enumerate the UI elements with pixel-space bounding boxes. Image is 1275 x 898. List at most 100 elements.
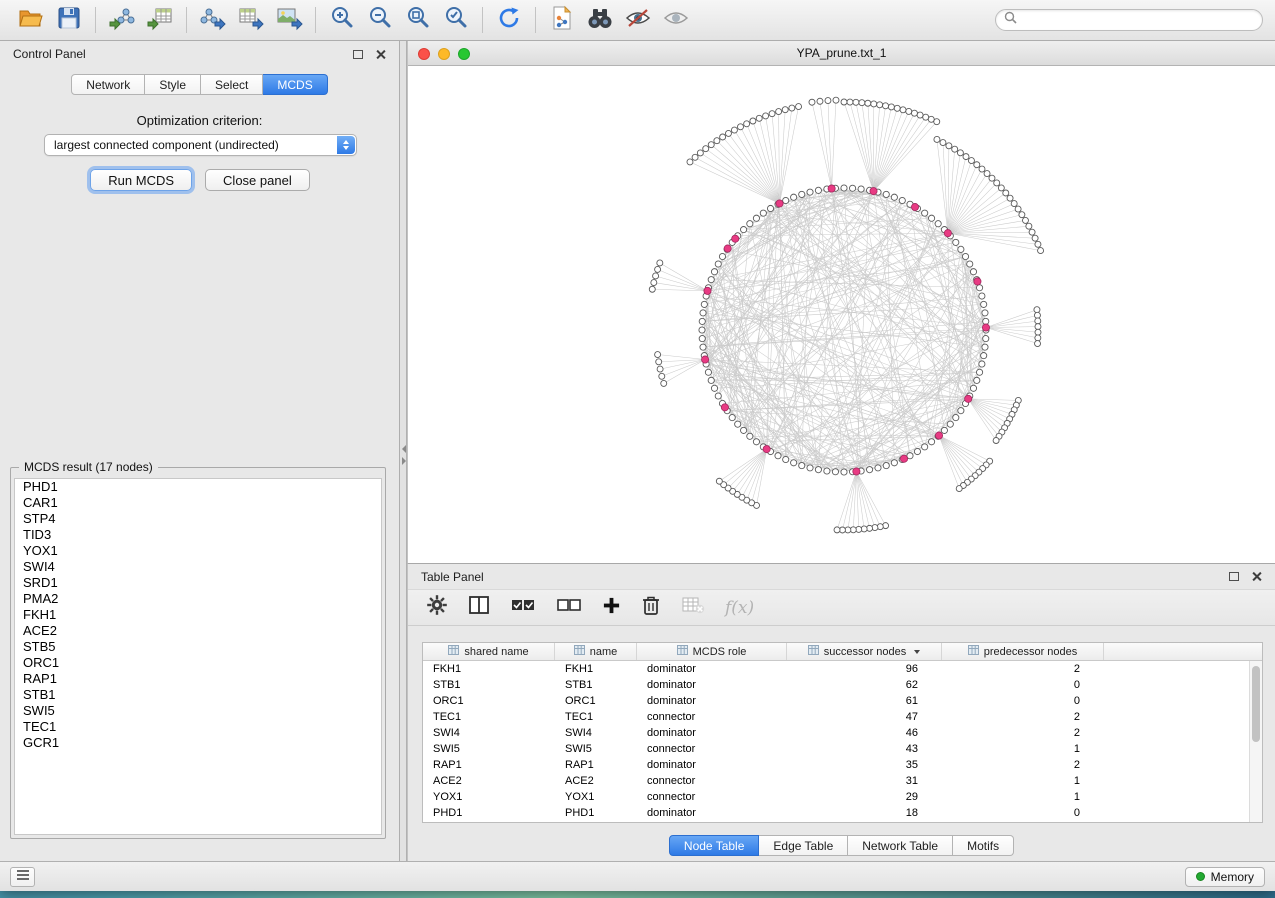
show-panel-list-button[interactable] bbox=[10, 867, 35, 887]
tab-style[interactable]: Style bbox=[145, 74, 201, 95]
mcds-result-item[interactable]: ACE2 bbox=[15, 623, 381, 639]
column-header-name[interactable]: name bbox=[555, 643, 637, 660]
show-all-button[interactable] bbox=[657, 3, 695, 37]
tab-node-table[interactable]: Node Table bbox=[669, 835, 760, 856]
run-mcds-button[interactable]: Run MCDS bbox=[90, 169, 192, 191]
toolbar-separator bbox=[482, 7, 483, 33]
fx-icon: f(x) bbox=[725, 598, 754, 618]
scrollbar-thumb[interactable] bbox=[1252, 666, 1260, 742]
mcds-result-item[interactable]: ORC1 bbox=[15, 655, 381, 671]
tab-mcds[interactable]: MCDS bbox=[263, 74, 327, 95]
tab-motifs[interactable]: Motifs bbox=[953, 835, 1014, 856]
float-panel-icon[interactable] bbox=[353, 50, 363, 59]
table-row[interactable]: ORC1ORC1dominator610 bbox=[423, 693, 1262, 709]
export-network-icon bbox=[200, 5, 226, 36]
splitter-handle[interactable] bbox=[400, 445, 407, 467]
collapse-right-icon bbox=[402, 457, 406, 465]
table-scrollbar[interactable] bbox=[1249, 661, 1262, 822]
show-columns-button[interactable] bbox=[468, 593, 490, 623]
table-row[interactable]: SWI5SWI5connector431 bbox=[423, 741, 1262, 757]
save-session-button[interactable] bbox=[50, 3, 88, 37]
control-panel-tabs: NetworkStyleSelectMCDS bbox=[0, 74, 399, 95]
zoom-out-button[interactable] bbox=[361, 3, 399, 37]
search-box[interactable] bbox=[995, 9, 1263, 31]
mcds-result-item[interactable]: STP4 bbox=[15, 511, 381, 527]
close-panel-icon[interactable] bbox=[1251, 571, 1262, 582]
mcds-result-item[interactable]: PMA2 bbox=[15, 591, 381, 607]
table-row[interactable]: FKH1FKH1dominator962 bbox=[423, 661, 1262, 677]
zoom-in-button[interactable] bbox=[323, 3, 361, 37]
import-table-button[interactable] bbox=[141, 3, 179, 37]
mcds-result-item[interactable]: SWI4 bbox=[15, 559, 381, 575]
open-folder-icon bbox=[18, 7, 44, 34]
mcds-result-groupbox: MCDS result (17 nodes) PHD1CAR1STP4TID3Y… bbox=[10, 467, 386, 839]
zoom-selected-button[interactable] bbox=[437, 3, 475, 37]
tab-select[interactable]: Select bbox=[201, 74, 263, 95]
mcds-result-item[interactable]: TID3 bbox=[15, 527, 381, 543]
column-header-shared-name[interactable]: shared name bbox=[423, 643, 555, 660]
mcds-result-item[interactable]: TEC1 bbox=[15, 719, 381, 735]
network-canvas[interactable] bbox=[408, 66, 1275, 563]
mcds-result-item[interactable]: SWI5 bbox=[15, 703, 381, 719]
mcds-result-item[interactable]: GCR1 bbox=[15, 735, 381, 751]
close-panel-button[interactable]: Close panel bbox=[205, 169, 310, 191]
mcds-result-item[interactable]: YOX1 bbox=[15, 543, 381, 559]
memory-status-dot bbox=[1196, 872, 1205, 881]
tab-network[interactable]: Network bbox=[71, 74, 145, 95]
table-row[interactable]: STB1STB1dominator620 bbox=[423, 677, 1262, 693]
search-input[interactable] bbox=[1022, 13, 1254, 27]
mcds-result-item[interactable]: SRD1 bbox=[15, 575, 381, 591]
export-network-button[interactable] bbox=[194, 3, 232, 37]
network-titlebar[interactable]: YPA_prune.txt_1 bbox=[408, 41, 1275, 66]
mcds-result-item[interactable]: PHD1 bbox=[15, 479, 381, 495]
minimize-window-button[interactable] bbox=[438, 48, 450, 60]
column-header-predecessor-nodes[interactable]: predecessor nodes bbox=[942, 643, 1104, 660]
mcds-result-item[interactable]: FKH1 bbox=[15, 607, 381, 623]
new-network-from-selection-button[interactable] bbox=[543, 3, 581, 37]
memory-button[interactable]: Memory bbox=[1185, 867, 1265, 887]
close-panel-icon[interactable] bbox=[375, 49, 386, 60]
table-row[interactable]: PHD1PHD1dominator180 bbox=[423, 805, 1262, 821]
table-row[interactable]: SWI4SWI4dominator462 bbox=[423, 725, 1262, 741]
criterion-dropdown[interactable]: largest connected component (undirected) bbox=[44, 134, 357, 156]
select-all-button[interactable] bbox=[510, 593, 536, 623]
create-column-button[interactable] bbox=[602, 593, 621, 623]
function-builder-button[interactable]: f(x) bbox=[725, 593, 754, 623]
open-session-button[interactable] bbox=[12, 3, 50, 37]
hide-selected-button[interactable] bbox=[619, 3, 657, 37]
vertical-splitter[interactable] bbox=[400, 41, 407, 861]
table-row[interactable]: RAP1RAP1dominator352 bbox=[423, 757, 1262, 773]
tab-network-table[interactable]: Network Table bbox=[848, 835, 953, 856]
mcds-result-item[interactable]: STB5 bbox=[15, 639, 381, 655]
column-type-icon bbox=[968, 645, 979, 658]
export-image-button[interactable] bbox=[270, 3, 308, 37]
zoom-in-icon bbox=[329, 5, 355, 36]
import-network-button[interactable] bbox=[103, 3, 141, 37]
maximize-window-button[interactable] bbox=[458, 48, 470, 60]
table-row[interactable]: YOX1YOX1connector291 bbox=[423, 789, 1262, 805]
tab-edge-table[interactable]: Edge Table bbox=[759, 835, 848, 856]
close-window-button[interactable] bbox=[418, 48, 430, 60]
mcds-result-item[interactable]: RAP1 bbox=[15, 671, 381, 687]
delete-column-button[interactable] bbox=[641, 593, 661, 623]
mcds-result-item[interactable]: STB1 bbox=[15, 687, 381, 703]
export-table-button[interactable] bbox=[232, 3, 270, 37]
delete-table-button[interactable] bbox=[681, 593, 705, 623]
float-panel-icon[interactable] bbox=[1229, 572, 1239, 581]
table-row[interactable]: ACE2ACE2connector311 bbox=[423, 773, 1262, 789]
column-header-MCDS-role[interactable]: MCDS role bbox=[637, 643, 787, 660]
zoom-fit-icon bbox=[405, 5, 431, 36]
mcds-result-item[interactable]: CAR1 bbox=[15, 495, 381, 511]
table-row[interactable]: TEC1TEC1connector472 bbox=[423, 709, 1262, 725]
zoom-fit-button[interactable] bbox=[399, 3, 437, 37]
column-header-successor-nodes[interactable]: successor nodes bbox=[787, 643, 942, 660]
first-neighbors-button[interactable] bbox=[581, 3, 619, 37]
deselect-all-button[interactable] bbox=[556, 593, 582, 623]
apply-layout-button[interactable] bbox=[490, 3, 528, 37]
table-body: FKH1FKH1dominator962STB1STB1dominator620… bbox=[423, 661, 1262, 821]
table-settings-button[interactable] bbox=[426, 593, 448, 623]
delete-table-icon bbox=[681, 595, 705, 620]
search-icon bbox=[1004, 11, 1017, 29]
list-icon bbox=[16, 868, 30, 886]
trash-icon bbox=[641, 594, 661, 621]
